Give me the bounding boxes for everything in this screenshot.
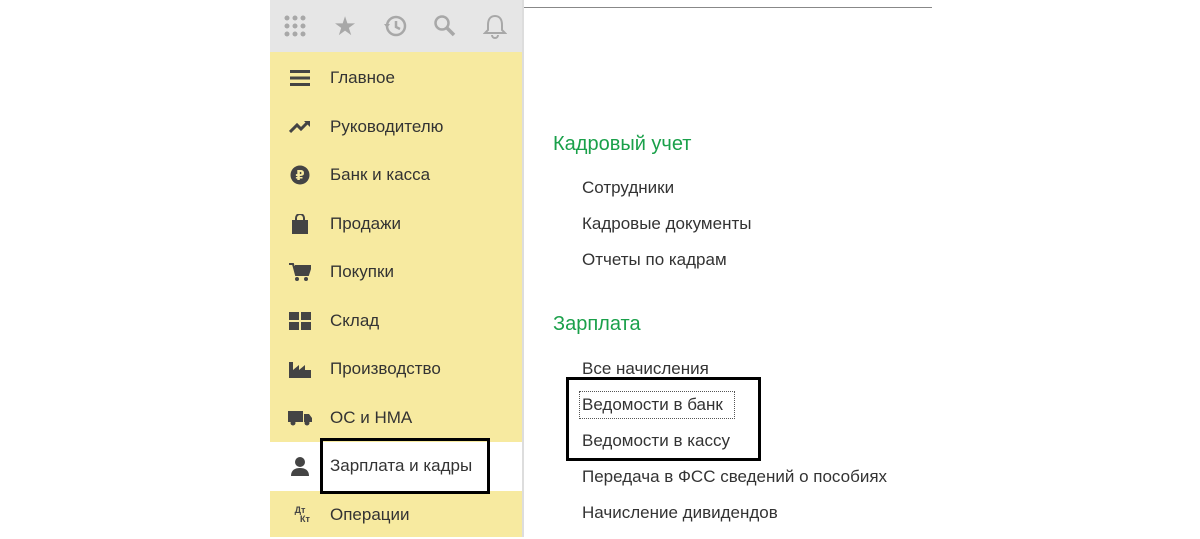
- section-title-hr: Кадровый учет: [553, 133, 691, 156]
- sidebar-item-operations[interactable]: ДтКтОперации: [270, 491, 522, 539]
- toolbar: ★: [270, 0, 522, 52]
- highlight-box-statements: [566, 377, 761, 461]
- trend-icon: [270, 120, 330, 134]
- bell-icon[interactable]: [470, 0, 520, 52]
- cart-icon: [270, 262, 330, 282]
- divider: [522, 0, 524, 537]
- sidebar-item-manager[interactable]: Руководителю: [270, 103, 522, 152]
- link-hr-reports[interactable]: Отчеты по кадрам: [582, 250, 727, 270]
- sidebar-item-production[interactable]: Производство: [270, 345, 522, 394]
- link-dividends[interactable]: Начисление дивидендов: [582, 503, 778, 523]
- search-icon[interactable]: [420, 0, 470, 52]
- truck-icon: [270, 410, 330, 426]
- apps-grid-icon[interactable]: [270, 0, 320, 52]
- link-hr-documents[interactable]: Кадровые документы: [582, 214, 751, 234]
- sidebar-item-purchases[interactable]: Покупки: [270, 248, 522, 297]
- sidebar-item-bank[interactable]: ₽Банк и касса: [270, 151, 522, 200]
- history-icon[interactable]: [370, 0, 420, 52]
- link-fss-transfer[interactable]: Передача в ФСС сведений о пособиях: [582, 467, 887, 487]
- sidebar-item-sales[interactable]: Продажи: [270, 200, 522, 249]
- sidebar-item-assets[interactable]: ОС и НМА: [270, 394, 522, 443]
- highlight-box-salary-hr: [320, 438, 490, 494]
- section-title-salary: Зарплата: [553, 313, 641, 336]
- link-all-accruals[interactable]: Все начисления: [582, 359, 709, 379]
- star-icon[interactable]: ★: [320, 0, 370, 52]
- sidebar-item-warehouse[interactable]: Склад: [270, 297, 522, 346]
- dt-kt-icon: ДтКт: [270, 506, 330, 524]
- warehouse-icon: [270, 312, 330, 330]
- factory-icon: [270, 360, 330, 378]
- bag-icon: [270, 214, 330, 234]
- divider-top: [524, 7, 932, 8]
- sidebar-item-main[interactable]: Главное: [270, 54, 522, 103]
- svg-text:₽: ₽: [295, 169, 304, 184]
- ruble-icon: ₽: [270, 165, 330, 185]
- menu-icon: [270, 69, 330, 87]
- link-employees[interactable]: Сотрудники: [582, 178, 674, 198]
